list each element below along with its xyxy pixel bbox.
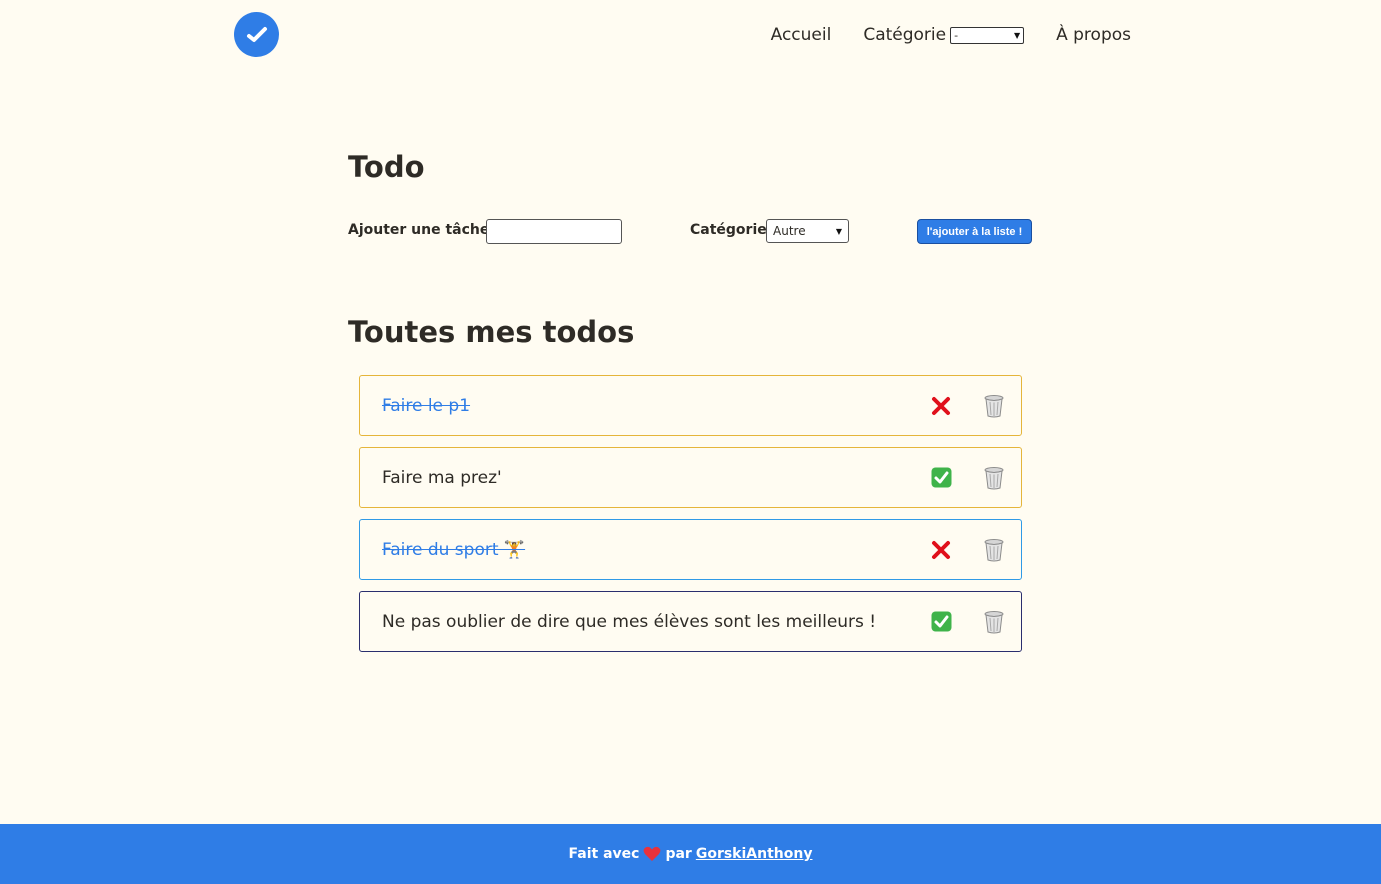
cross-mark-icon[interactable] [930,395,952,417]
category-select[interactable]: Autre ▼ [766,219,849,243]
todo-item: Faire du sport 🏋️ [359,519,1022,580]
heart-icon [643,846,661,862]
nav-bar: Accueil Catégorie - ▼ À propos [771,22,1131,48]
page-title: Todo [348,150,425,184]
category-label: Catégorie [690,222,767,238]
todo-list-title: Toutes mes todos [348,315,635,349]
check-mark-icon[interactable] [930,467,952,489]
add-task-label: Ajouter une tâche [348,222,490,238]
nav-about-link[interactable]: À propos [1056,25,1131,45]
category-selected: Autre [773,224,806,238]
todo-item: Faire ma prez' [359,447,1022,508]
add-task-form: Ajouter une tâche Catégorie Autre ▼ l'aj… [348,218,1038,246]
trash-icon[interactable] [983,538,1005,562]
todo-text[interactable]: Ne pas oublier de dire que mes élèves so… [382,612,876,632]
trash-icon[interactable] [983,610,1005,634]
nav-category-selected: - [954,28,959,42]
footer: Fait avec par GorskiAnthony [0,824,1381,884]
footer-middle: par [665,846,692,862]
cross-mark-icon[interactable] [930,539,952,561]
todo-text[interactable]: Faire le p1 [382,396,470,416]
footer-prefix: Fait avec [568,846,640,862]
add-to-list-button[interactable]: l'ajouter à la liste ! [917,219,1032,244]
chevron-down-icon: ▼ [835,226,842,236]
todo-item: Faire le p1 [359,375,1022,436]
check-mark-icon[interactable] [930,611,952,633]
author-link[interactable]: GorskiAnthony [696,846,813,862]
todo-list: Faire le p1 Faire ma prez' Faire du spor… [359,375,1022,663]
trash-icon[interactable] [983,466,1005,490]
nav-home-link[interactable]: Accueil [771,25,832,45]
todo-text[interactable]: Faire du sport 🏋️ [382,540,525,560]
chevron-down-icon: ▼ [1013,30,1021,40]
nav-category: Catégorie - ▼ [863,25,1025,45]
todo-text[interactable]: Faire ma prez' [382,468,502,488]
add-task-input[interactable] [486,219,622,244]
trash-icon[interactable] [983,394,1005,418]
nav-category-label: Catégorie [863,25,947,45]
nav-category-select[interactable]: - ▼ [950,26,1025,44]
todo-item: Ne pas oublier de dire que mes élèves so… [359,591,1022,652]
logo-check-icon[interactable] [234,12,279,57]
header: Accueil Catégorie - ▼ À propos [0,0,1381,70]
